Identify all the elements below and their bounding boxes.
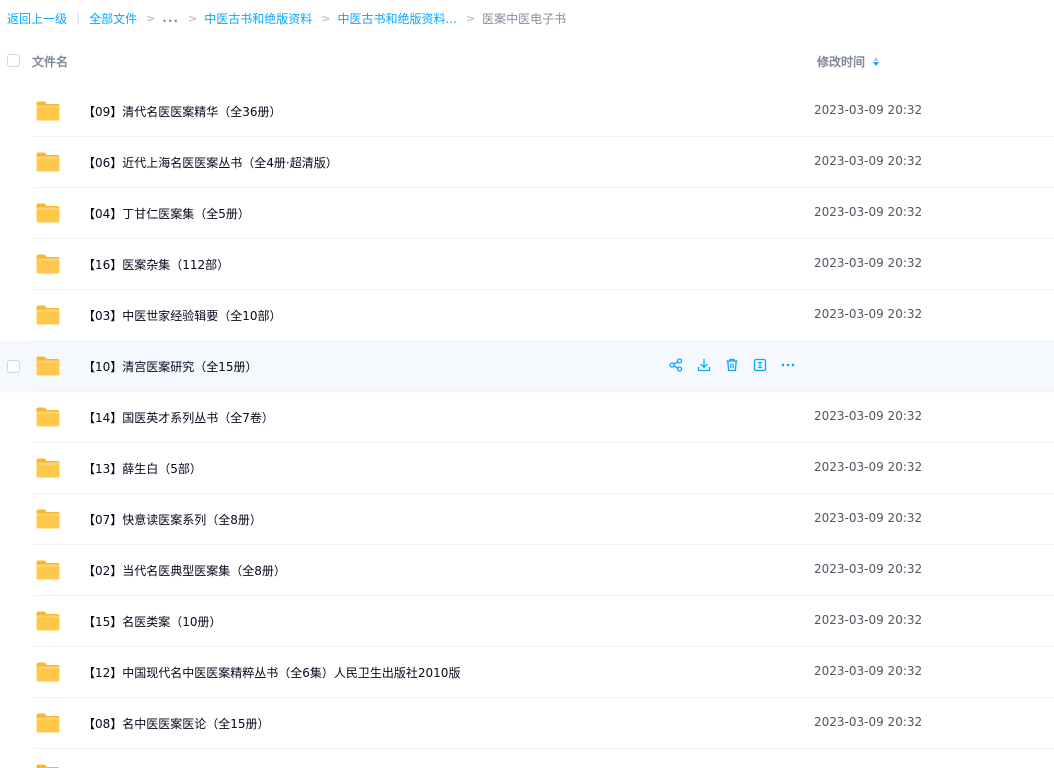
modified-time: 2023-03-09 20:32 bbox=[814, 154, 923, 168]
folder-icon bbox=[36, 305, 60, 325]
modified-time: 2023-03-09 20:32 bbox=[814, 205, 923, 219]
modified-time: 2023-03-09 20:32 bbox=[814, 511, 923, 525]
modified-time: 2023-03-09 20:32 bbox=[814, 460, 923, 474]
table-row[interactable]: 【08】名中医医案医论（全15册） 2023-03-09 20:32 bbox=[0, 698, 1054, 749]
modified-time: 2023-03-09 20:32 bbox=[814, 307, 923, 321]
folder-icon bbox=[36, 509, 60, 529]
breadcrumb-divider: | bbox=[76, 11, 81, 25]
column-header-time[interactable]: 修改时间 bbox=[817, 53, 880, 70]
file-name[interactable]: 【02】当代名医典型医案集（全8册） bbox=[83, 562, 286, 579]
modified-time: 2023-03-09 20:32 bbox=[814, 103, 923, 117]
table-row[interactable]: 【04】丁甘仁医案集（全5册） 2023-03-09 20:32 bbox=[0, 188, 1054, 239]
breadcrumb-level2[interactable]: 中医古书和绝版资料... bbox=[337, 10, 456, 27]
table-row[interactable]: 【06】近代上海名医医案丛书（全4册·超清版） 2023-03-09 20:32 bbox=[0, 137, 1054, 188]
table-row[interactable]: 【12】中国现代名中医医案精粹丛书（全6集）人民卫生出版社2010版 2023-… bbox=[0, 647, 1054, 698]
modified-time: 2023-03-09 20:32 bbox=[814, 256, 923, 270]
trash-icon bbox=[726, 358, 738, 372]
chevron-right-icon: > bbox=[465, 11, 476, 25]
table-row[interactable]: 【09】清代名医医案精华（全36册） 2023-03-09 20:32 bbox=[0, 86, 1054, 137]
file-name[interactable]: 【08】名中医医案医论（全15册） bbox=[83, 715, 270, 732]
chevron-right-icon: > bbox=[146, 11, 156, 25]
folder-icon bbox=[36, 764, 60, 768]
breadcrumb: 返回上一级 | 全部文件 > ... > 中医古书和绝版资料 > 中医古书和绝版… bbox=[7, 10, 566, 26]
table-row[interactable]: 【03】中医世家经验辑要（全10部） 2023-03-09 20:32 bbox=[0, 290, 1054, 341]
column-header-name[interactable]: 文件名 bbox=[32, 53, 68, 70]
file-name[interactable]: 【15】名医类案（10册） bbox=[83, 613, 222, 630]
folder-icon bbox=[36, 560, 60, 580]
file-name[interactable]: 【09】清代名医医案精华（全36册） bbox=[83, 103, 282, 120]
folder-icon bbox=[36, 611, 60, 631]
file-list: 【09】清代名医医案精华（全36册） 2023-03-09 20:32 【06】… bbox=[0, 86, 1054, 768]
share-button[interactable] bbox=[668, 357, 684, 373]
download-button[interactable] bbox=[696, 357, 712, 373]
rename-icon bbox=[753, 358, 767, 372]
file-name[interactable]: 【13】薛生白（5部） bbox=[83, 460, 202, 477]
rename-button[interactable] bbox=[752, 357, 768, 373]
modified-time: 2023-03-09 20:32 bbox=[814, 409, 923, 423]
folder-icon bbox=[36, 101, 60, 121]
table-row[interactable] bbox=[0, 749, 1054, 768]
table-row[interactable]: 【10】清宫医案研究（全15册） bbox=[0, 341, 1054, 392]
folder-icon bbox=[36, 713, 60, 733]
file-name[interactable]: 【07】快意读医案系列（全8册） bbox=[83, 511, 262, 528]
folder-icon bbox=[36, 203, 60, 223]
table-row[interactable]: 【15】名医类案（10册） 2023-03-09 20:32 bbox=[0, 596, 1054, 647]
modified-time: 2023-03-09 20:32 bbox=[814, 613, 923, 627]
chevron-right-icon: > bbox=[321, 11, 331, 25]
file-name[interactable]: 【16】医案杂集（112部） bbox=[83, 256, 229, 273]
file-name[interactable]: 【06】近代上海名医医案丛书（全4册·超清版） bbox=[83, 154, 338, 171]
table-header: 文件名 修改时间 bbox=[0, 46, 1054, 76]
modified-time: 2023-03-09 20:32 bbox=[814, 562, 923, 576]
more-button[interactable] bbox=[780, 357, 796, 373]
row-actions bbox=[668, 357, 796, 373]
delete-button[interactable] bbox=[724, 357, 740, 373]
modified-time: 2023-03-09 20:32 bbox=[814, 664, 923, 678]
table-row[interactable]: 【07】快意读医案系列（全8册） 2023-03-09 20:32 bbox=[0, 494, 1054, 545]
folder-icon bbox=[36, 356, 60, 376]
file-name[interactable]: 【10】清宫医案研究（全15册） bbox=[83, 358, 258, 375]
download-icon bbox=[697, 359, 711, 372]
column-header-time-label: 修改时间 bbox=[817, 55, 866, 69]
select-all-checkbox[interactable] bbox=[7, 54, 20, 67]
modified-time: 2023-03-09 20:32 bbox=[814, 715, 923, 729]
breadcrumb-level1[interactable]: 中医古书和绝版资料 bbox=[204, 10, 312, 27]
file-manager-page: 返回上一级 | 全部文件 > ... > 中医古书和绝版资料 > 中医古书和绝版… bbox=[0, 0, 1054, 768]
table-row[interactable]: 【02】当代名医典型医案集（全8册） 2023-03-09 20:32 bbox=[0, 545, 1054, 596]
table-row[interactable]: 【14】国医英才系列丛书（全7卷） 2023-03-09 20:32 bbox=[0, 392, 1054, 443]
breadcrumb-current: 医案中医电子书 bbox=[482, 11, 567, 26]
folder-icon bbox=[36, 458, 60, 478]
breadcrumb-all-files[interactable]: 全部文件 bbox=[89, 10, 137, 27]
file-name[interactable]: 【04】丁甘仁医案集（全5册） bbox=[83, 205, 250, 222]
more-icon bbox=[781, 363, 795, 367]
folder-icon bbox=[36, 407, 60, 427]
chevron-right-icon: > bbox=[187, 11, 198, 25]
breadcrumb-ellipsis[interactable]: ... bbox=[162, 11, 179, 25]
folder-icon bbox=[36, 662, 60, 682]
sort-icon[interactable] bbox=[873, 57, 880, 66]
back-link[interactable]: 返回上一级 bbox=[7, 10, 67, 27]
folder-icon bbox=[36, 152, 60, 172]
file-name[interactable]: 【14】国医英才系列丛书（全7卷） bbox=[83, 409, 274, 426]
folder-icon bbox=[36, 254, 60, 274]
share-icon bbox=[669, 358, 683, 372]
table-row[interactable]: 【13】薛生白（5部） 2023-03-09 20:32 bbox=[0, 443, 1054, 494]
file-name[interactable]: 【03】中医世家经验辑要（全10部） bbox=[83, 307, 282, 324]
row-checkbox[interactable] bbox=[7, 360, 20, 373]
table-row[interactable]: 【16】医案杂集（112部） 2023-03-09 20:32 bbox=[0, 239, 1054, 290]
file-name[interactable]: 【12】中国现代名中医医案精粹丛书（全6集）人民卫生出版社2010版 bbox=[83, 664, 460, 681]
